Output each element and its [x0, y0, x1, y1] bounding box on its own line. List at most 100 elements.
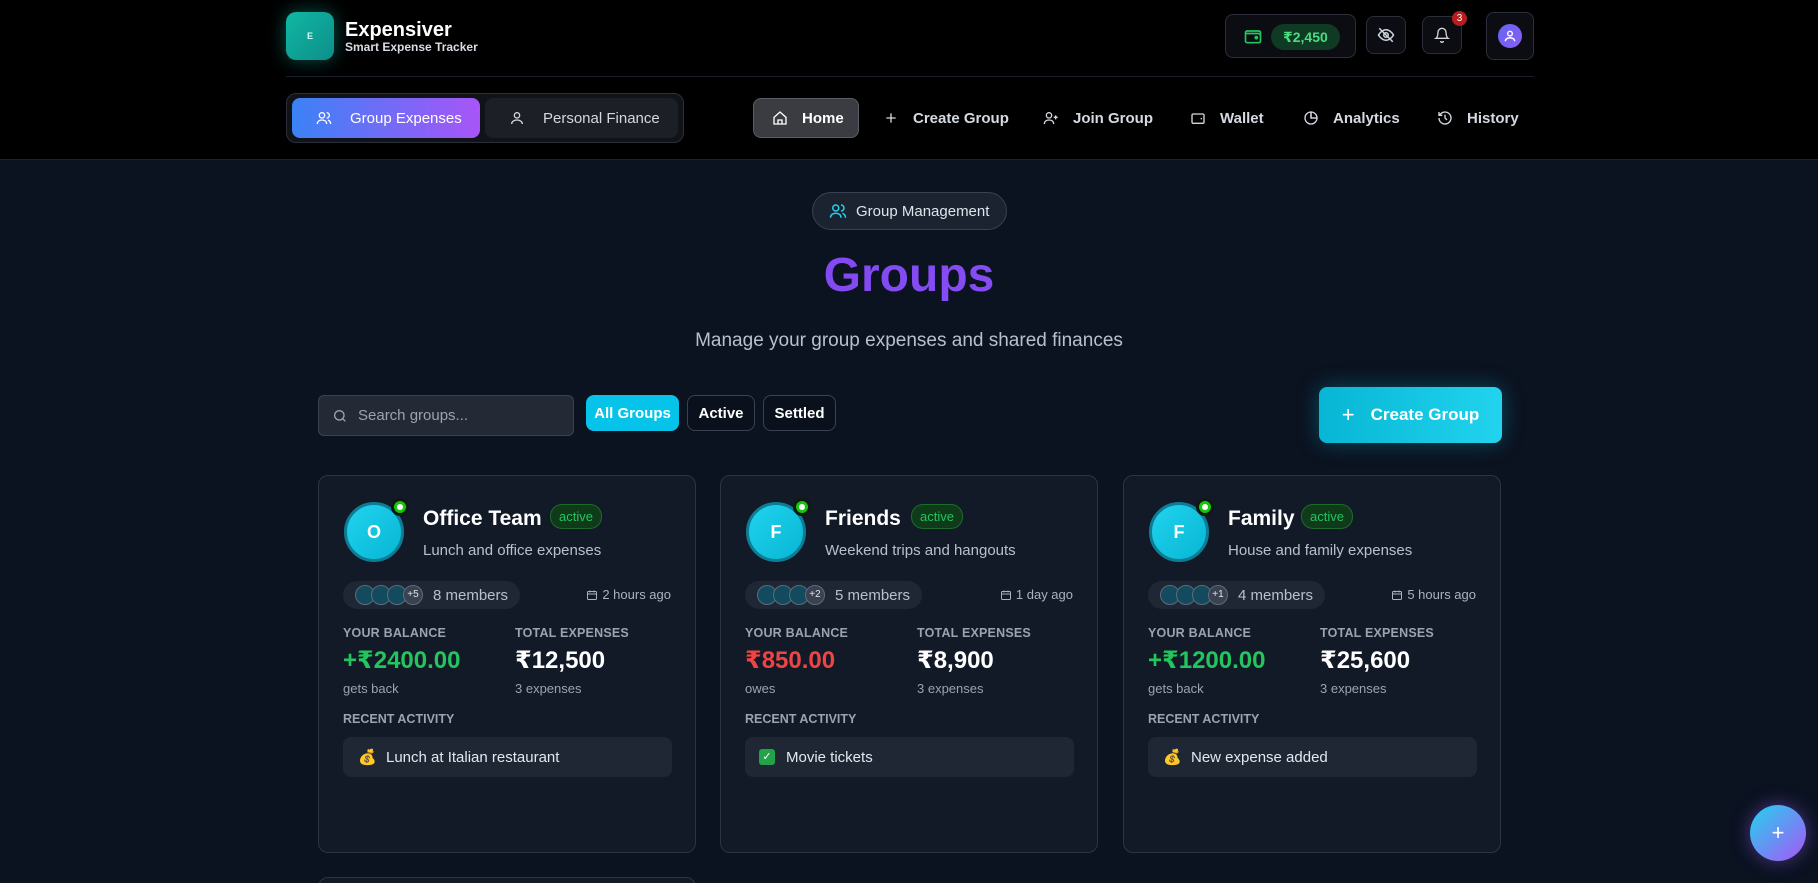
- nav-home-label: Home: [802, 109, 844, 127]
- search-input[interactable]: [358, 407, 558, 424]
- create-group-label: Create Group: [1370, 405, 1480, 424]
- balance-value: ₹850.00: [745, 647, 836, 674]
- floating-add-button[interactable]: +: [1750, 805, 1806, 861]
- total-expenses-label: TOTAL EXPENSES: [917, 626, 1031, 640]
- search-icon: [334, 409, 346, 422]
- group-card-partial[interactable]: [318, 877, 696, 883]
- expense-count: 3 expenses: [515, 681, 582, 696]
- member-count: 8 members: [433, 586, 509, 604]
- notification-badge: 3: [1452, 11, 1467, 26]
- personal-finance-label: Personal Finance: [543, 109, 660, 127]
- wallet-icon: [1191, 113, 1205, 124]
- personal-finance-tab[interactable]: Personal Finance: [485, 98, 678, 138]
- history-icon: [1438, 111, 1452, 125]
- total-expenses-value: ₹8,900: [917, 647, 994, 674]
- status-badge: active: [550, 504, 602, 529]
- page-title: Groups: [0, 248, 1818, 303]
- calendar-icon: [1392, 590, 1403, 600]
- expense-count: 3 expenses: [917, 681, 984, 696]
- last-updated: 5 hours ago: [1391, 587, 1476, 602]
- bell-icon: [1434, 27, 1450, 43]
- recent-activity-item[interactable]: ✓ Movie tickets: [745, 737, 1074, 777]
- last-updated-text: 5 hours ago: [1407, 587, 1476, 602]
- money-bag-icon: 💰: [1163, 749, 1182, 766]
- nav-join-group[interactable]: Join Group: [1043, 98, 1153, 138]
- expense-count: 3 expenses: [1320, 681, 1387, 696]
- group-expenses-label: Group Expenses: [350, 109, 462, 127]
- activity-text: Lunch at Italian restaurant: [386, 748, 560, 766]
- section-chip: Group Management: [812, 192, 1007, 230]
- last-updated-text: 2 hours ago: [602, 587, 671, 602]
- more-members-count: +1: [1208, 585, 1228, 605]
- your-balance-label: YOUR BALANCE: [1148, 626, 1252, 640]
- group-card-family[interactable]: F Family active House and family expense…: [1123, 475, 1501, 853]
- wallet-balance-widget[interactable]: ₹2,450: [1225, 14, 1356, 58]
- users-icon: [829, 204, 847, 218]
- balance-note: owes: [745, 681, 776, 696]
- nav-home[interactable]: Home: [753, 98, 859, 138]
- status-badge: active: [911, 504, 963, 529]
- wallet-icon: [1244, 30, 1262, 44]
- group-card-friends[interactable]: F Friends active Weekend trips and hango…: [720, 475, 1098, 853]
- users-icon: [316, 112, 332, 125]
- more-members-count: +5: [403, 585, 423, 605]
- profile-button[interactable]: [1486, 12, 1534, 60]
- members-pill[interactable]: +2 5 members: [745, 581, 923, 609]
- nav-history[interactable]: History: [1437, 98, 1519, 138]
- nav-create-group-label: Create Group: [913, 109, 1009, 127]
- group-card-office-team[interactable]: O Office Team active Lunch and office ex…: [318, 475, 696, 853]
- online-indicator: [391, 498, 409, 516]
- group-name: Office Team: [423, 507, 542, 530]
- your-balance-label: YOUR BALANCE: [343, 626, 447, 640]
- group-expenses-tab[interactable]: Group Expenses: [292, 98, 480, 138]
- mode-switch: Group Expenses Personal Finance: [286, 93, 684, 143]
- your-balance-label: YOUR BALANCE: [745, 626, 849, 640]
- nav-history-label: History: [1467, 109, 1519, 127]
- app-name: Expensiver: [345, 19, 452, 41]
- plus-icon: +: [1341, 402, 1355, 427]
- member-count: 4 members: [1238, 586, 1314, 604]
- create-group-button[interactable]: + Create Group: [1319, 387, 1502, 443]
- group-description: House and family expenses: [1228, 542, 1413, 559]
- members-pill[interactable]: +1 4 members: [1148, 581, 1326, 609]
- nav-analytics[interactable]: Analytics: [1303, 98, 1400, 138]
- total-expenses-label: TOTAL EXPENSES: [1320, 626, 1434, 640]
- header: E Expensiver Smart Expense Tracker ₹2,45…: [286, 11, 1534, 77]
- recent-activity-item[interactable]: 💰 New expense added: [1148, 737, 1477, 777]
- home-icon: [773, 111, 787, 125]
- total-expenses-value: ₹25,600: [1320, 647, 1411, 674]
- nav-wallet[interactable]: Wallet: [1190, 98, 1264, 138]
- balance-note: gets back: [343, 681, 399, 696]
- member-avatars: +5: [355, 585, 423, 605]
- calendar-icon: [587, 590, 598, 600]
- group-name: Family: [1228, 507, 1295, 530]
- filter-all-groups[interactable]: All Groups: [586, 395, 679, 431]
- member-count: 5 members: [835, 586, 911, 604]
- members-pill[interactable]: +5 8 members: [343, 581, 521, 609]
- recent-activity-item[interactable]: 💰 Lunch at Italian restaurant: [343, 737, 672, 777]
- recent-activity-label: RECENT ACTIVITY: [745, 712, 857, 726]
- online-indicator: [1196, 498, 1214, 516]
- total-expenses-value: ₹12,500: [515, 647, 606, 674]
- search-box[interactable]: [318, 395, 574, 436]
- last-updated-text: 1 day ago: [1015, 587, 1073, 602]
- section-chip-label: Group Management: [856, 202, 990, 220]
- status-badge: active: [1301, 504, 1353, 529]
- group-name: Friends: [825, 507, 901, 530]
- nav-create-group[interactable]: Create Group: [883, 98, 1009, 138]
- app-logo[interactable]: E: [286, 12, 334, 60]
- wallet-balance: ₹2,450: [1271, 24, 1340, 50]
- filter-active[interactable]: Active: [687, 395, 755, 431]
- user-icon: [1504, 30, 1516, 42]
- top-bar: E Expensiver Smart Expense Tracker ₹2,45…: [0, 0, 1818, 160]
- money-bag-icon: 💰: [358, 749, 377, 766]
- balance-note: gets back: [1148, 681, 1204, 696]
- hide-balance-button[interactable]: [1366, 16, 1406, 54]
- notifications-button[interactable]: 3: [1422, 11, 1467, 54]
- nav-wallet-label: Wallet: [1220, 109, 1264, 127]
- member-avatars: +2: [757, 585, 825, 605]
- member-avatars: +1: [1160, 585, 1228, 605]
- app-tagline: Smart Expense Tracker: [345, 40, 478, 54]
- nav-join-group-label: Join Group: [1073, 109, 1153, 127]
- filter-settled[interactable]: Settled: [763, 395, 836, 431]
